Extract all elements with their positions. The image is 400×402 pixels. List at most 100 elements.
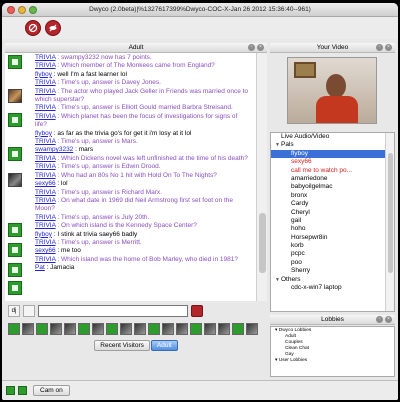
user-avatar[interactable]	[8, 89, 22, 103]
trivia-avatar-icon	[8, 243, 22, 257]
contact-item[interactable]: poo	[271, 259, 394, 267]
user-thumbnail[interactable]	[134, 323, 146, 335]
contact-item[interactable]: amarriedone	[271, 175, 394, 183]
user-thumbnail[interactable]	[8, 323, 20, 335]
contact-label: amarriedone	[291, 174, 328, 182]
contact-item[interactable]: sexy66	[271, 158, 394, 166]
chat-message-user[interactable]: TRIVIA	[35, 172, 56, 179]
contact-item[interactable]: cdc-x-win7 laptop	[271, 284, 394, 292]
chat-scrollbar[interactable]	[256, 53, 267, 301]
chat-message-text: : Who had an 80s No 1 hit with Hold On T…	[55, 171, 217, 179]
chat-message-user[interactable]: flyboy	[35, 71, 52, 78]
pane-close-button[interactable]: ×	[385, 44, 392, 51]
trivia-avatar-icon	[8, 281, 22, 295]
chat-message-text: : Time's up, answer is Richard Marx.	[55, 188, 162, 196]
mute-video-button[interactable]	[25, 20, 41, 36]
chat-message-user[interactable]: swampy3232	[35, 146, 73, 153]
contact-item[interactable]: gail	[271, 217, 394, 225]
status-online-icon[interactable]	[6, 386, 15, 395]
user-thumbnail[interactable]	[50, 323, 62, 335]
user-thumbnail[interactable]	[120, 323, 132, 335]
contact-item[interactable]: pcpc	[271, 250, 394, 258]
user-thumbnail[interactable]	[22, 323, 34, 335]
cam-on-button[interactable]: Cam on	[33, 385, 70, 396]
user-thumbnail[interactable]	[92, 323, 104, 335]
user-thumbnail[interactable]	[78, 323, 90, 335]
contact-label: Sherry	[291, 267, 311, 275]
contact-item[interactable]: Horsepwr8in	[271, 234, 394, 242]
user-thumbnail[interactable]	[190, 323, 202, 335]
chat-message: TRIVIA : Time's up, answer is Davey Jone…	[35, 79, 251, 87]
contact-item[interactable]: babyoilgelmac	[271, 183, 394, 191]
chat-input[interactable]	[38, 305, 188, 317]
window-controls	[2, 5, 37, 14]
contact-item[interactable]: Sherry	[271, 267, 394, 275]
chat-message-user[interactable]: TRIVIA	[35, 104, 56, 111]
chat-message-user[interactable]: TRIVIA	[35, 54, 56, 61]
chat-message-user[interactable]: flyboy	[35, 231, 52, 238]
chat-message-user[interactable]: flyboy	[35, 130, 52, 137]
send-button[interactable]	[191, 305, 203, 317]
font-button[interactable]	[23, 305, 35, 317]
user-thumbnail[interactable]	[218, 323, 230, 335]
pane-float-button[interactable]: ▫	[248, 44, 255, 51]
user-thumbnail[interactable]	[204, 323, 216, 335]
tab-recent-visitors[interactable]: Recent Visitors	[94, 340, 150, 351]
user-thumbnail[interactable]	[36, 323, 48, 335]
chat-message-user[interactable]: TRIVIA	[35, 197, 56, 204]
status-away-icon[interactable]	[18, 386, 27, 395]
contacts-scroll-thumb[interactable]	[388, 153, 393, 273]
tab-adult[interactable]: Adult	[150, 340, 178, 351]
contact-group[interactable]: ▼Pals	[271, 141, 394, 149]
chat-message: TRIVIA : Time's up, answer is Elliott Go…	[35, 104, 251, 112]
mute-audio-button[interactable]	[45, 20, 61, 36]
user-thumbnail[interactable]	[64, 323, 76, 335]
chat-message-user[interactable]: TRIVIA	[35, 189, 56, 196]
trivia-avatar-icon	[8, 147, 22, 161]
contact-item[interactable]: Cheryl	[271, 209, 394, 217]
chat-message-user[interactable]: TRIVIA	[35, 256, 56, 263]
contacts-scrollbar[interactable]	[385, 133, 394, 311]
chat-message-user[interactable]: TRIVIA	[35, 239, 56, 246]
pane-float-button[interactable]: ▫	[376, 316, 383, 323]
user-thumbnail[interactable]	[246, 323, 258, 335]
chat-message-user[interactable]: TRIVIA	[35, 62, 56, 69]
user-avatar[interactable]	[8, 173, 22, 187]
chat-message-user[interactable]: sexy66	[35, 247, 56, 254]
chat-message-user[interactable]: Pat	[35, 264, 45, 271]
window-close-button[interactable]	[7, 5, 15, 14]
chat-message-text: : Time's up, answer is Elliott Gould mar…	[55, 104, 233, 112]
contact-item[interactable]: hoho	[271, 225, 394, 233]
chat-message-user[interactable]: TRIVIA	[35, 113, 56, 120]
chat-scroll-thumb[interactable]	[259, 213, 266, 273]
pane-close-button[interactable]: ×	[385, 316, 392, 323]
window-minimize-button[interactable]	[18, 5, 26, 14]
contact-item[interactable]: call me to watch po...	[271, 167, 394, 175]
chat-message-user[interactable]: TRIVIA	[35, 79, 56, 86]
contact-item[interactable]: bronx	[271, 192, 394, 200]
contact-group[interactable]: ▼Others	[271, 276, 394, 284]
chat-message-user[interactable]: sexy66	[35, 180, 56, 187]
user-thumbnail[interactable]	[176, 323, 188, 335]
user-thumbnail[interactable]	[232, 323, 244, 335]
chat-message-user[interactable]: TRIVIA	[35, 88, 56, 95]
contact-item[interactable]: Cardy	[271, 200, 394, 208]
contact-group[interactable]: Live Audio/Video	[271, 133, 394, 141]
lobby-item[interactable]: ▾ User Lobbies	[273, 358, 392, 364]
contact-item[interactable]: flyboy	[271, 149, 394, 159]
chat-message: TRIVIA : Who had an 80s No 1 hit with Ho…	[35, 172, 251, 180]
user-thumbnail[interactable]	[148, 323, 160, 335]
pane-float-button[interactable]: ▫	[376, 44, 383, 51]
pane-close-button[interactable]: ×	[257, 44, 264, 51]
chat-message-user[interactable]: TRIVIA	[35, 138, 56, 145]
chat-message-text: : Which planet has been the focus of inv…	[35, 112, 238, 129]
window-zoom-button[interactable]	[29, 5, 37, 14]
chat-message-user[interactable]: TRIVIA	[35, 155, 56, 162]
user-thumbnail[interactable]	[162, 323, 174, 335]
user-thumbnail[interactable]	[106, 323, 118, 335]
chat-message-user[interactable]: TRIVIA	[35, 163, 56, 170]
chat-message-user[interactable]: TRIVIA	[35, 222, 56, 229]
chat-message-text: : Time's up, answer is Merritt.	[55, 238, 142, 246]
contact-item[interactable]: korb	[271, 242, 394, 250]
chat-message-user[interactable]: TRIVIA	[35, 214, 56, 221]
